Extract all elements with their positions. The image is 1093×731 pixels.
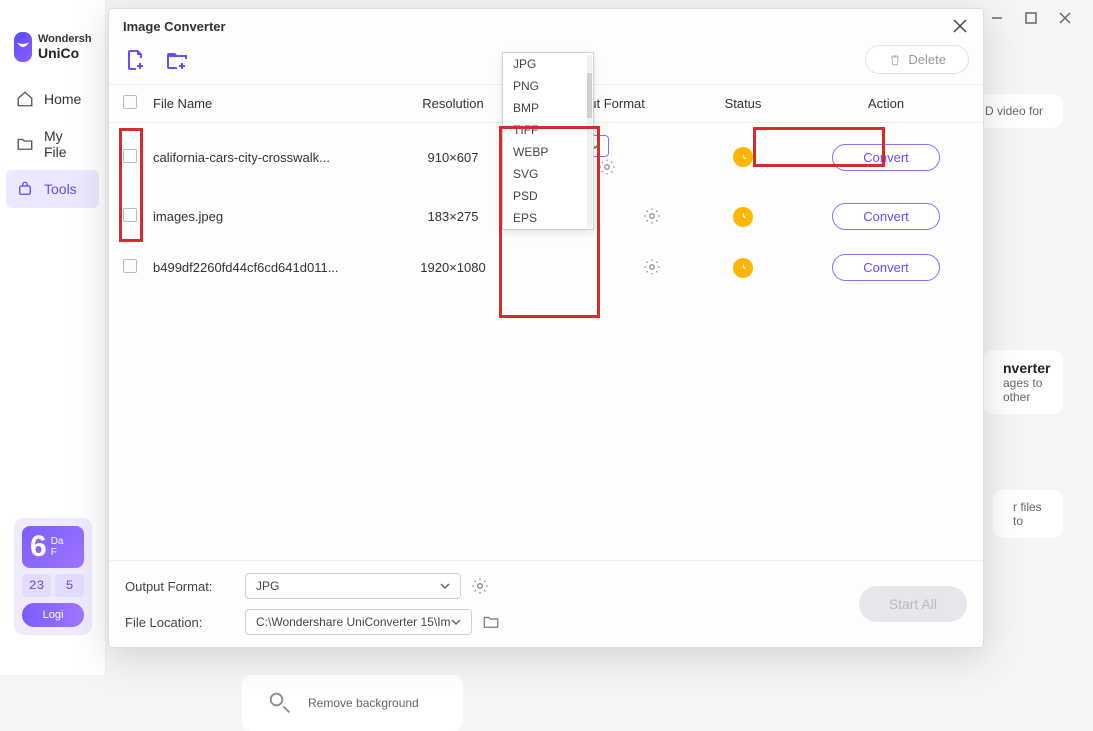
maximize-button[interactable] xyxy=(1023,10,1039,26)
header-filename: File Name xyxy=(153,96,383,111)
status-pending-icon xyxy=(733,207,753,227)
footer-outputformat-select[interactable]: JPG xyxy=(245,573,461,599)
convert-button[interactable]: Convert xyxy=(832,144,940,171)
add-file-button[interactable] xyxy=(123,47,149,73)
sidebar-item-myfiles[interactable]: My File xyxy=(0,118,105,170)
format-settings-icon[interactable] xyxy=(643,206,663,226)
format-settings-icon[interactable] xyxy=(643,257,663,277)
status-pending-icon xyxy=(733,147,753,167)
close-button[interactable] xyxy=(1057,10,1073,26)
login-button[interactable]: Logi xyxy=(22,603,84,627)
footer-settings-icon[interactable] xyxy=(471,577,489,595)
delete-label: Delete xyxy=(908,52,946,67)
bg-bottom-4: Remove background xyxy=(242,675,439,731)
file-resolution: 1920×1080 xyxy=(383,260,523,275)
row-checkbox[interactable] xyxy=(123,259,137,273)
dropdown-option[interactable]: TIFF xyxy=(503,119,593,141)
promo-timer: 23 5 xyxy=(22,574,84,597)
row-checkbox[interactable] xyxy=(123,149,137,163)
dropdown-option[interactable]: WEBP xyxy=(503,141,593,163)
file-name: b499df2260fd44cf6cd641d011... xyxy=(153,260,383,275)
promo-days-label: Da xyxy=(51,536,64,547)
footer-filelocation-label: File Location: xyxy=(125,615,235,630)
main-titlebar xyxy=(969,0,1093,36)
brand-top: Wondersh xyxy=(38,33,92,45)
logo-icon xyxy=(14,32,32,62)
dropdown-option[interactable]: JPG xyxy=(503,53,593,75)
start-all-button[interactable]: Start All xyxy=(859,586,967,622)
sidebar-item-label: Home xyxy=(44,91,81,107)
bg-card-converter: nverter ages to other xyxy=(983,350,1063,414)
dropdown-option[interactable]: EPS xyxy=(503,207,593,229)
promo-timer-1: 23 xyxy=(22,574,51,597)
row-checkbox[interactable] xyxy=(123,208,137,222)
dropdown-option[interactable]: PSD xyxy=(503,185,593,207)
format-dropdown: JPG PNG BMP TIFF WEBP SVG PSD EPS xyxy=(502,52,594,230)
sidebar-item-tools[interactable]: Tools xyxy=(6,170,99,208)
file-table: File Name Resolution Output Format Statu… xyxy=(109,85,983,560)
logo: Wondersh UniCo xyxy=(0,32,105,80)
modal-footer: Output Format: JPG File Location: C:\Won… xyxy=(109,560,983,647)
dropdown-option[interactable]: PNG xyxy=(503,75,593,97)
footer-outputformat-label: Output Format: xyxy=(125,579,235,594)
footer-outputformat-value: JPG xyxy=(256,579,279,593)
sidebar: Wondersh UniCo Home My File Tools 6 DaF … xyxy=(0,0,106,675)
file-name: images.jpeg xyxy=(153,209,383,224)
sidebar-item-label: My File xyxy=(44,128,89,160)
promo-days: 6 DaF xyxy=(22,526,84,568)
status-pending-icon xyxy=(733,258,753,278)
delete-button[interactable]: Delete xyxy=(865,45,969,74)
select-all-checkbox[interactable] xyxy=(123,95,137,109)
file-name: california-cars-city-crosswalk... xyxy=(153,150,383,165)
dropdown-option[interactable]: SVG xyxy=(503,163,593,185)
header-status: Status xyxy=(683,96,803,111)
footer-filelocation-select[interactable]: C:\Wondershare UniConverter 15\Im xyxy=(245,609,472,635)
promo-sub: F xyxy=(51,547,57,558)
dropdown-option[interactable]: BMP xyxy=(503,97,593,119)
promo-days-number: 6 xyxy=(26,530,51,564)
promo-widget: 6 DaF 23 5 Logi xyxy=(14,518,92,635)
table-row: b499df2260fd44cf6cd641d011... 1920×1080 … xyxy=(109,242,983,293)
sidebar-item-label: Tools xyxy=(44,181,77,197)
image-converter-modal: Image Converter Delete File Name Resolut… xyxy=(108,8,984,648)
brand-sub: UniCo xyxy=(38,45,92,61)
footer-filelocation-value: C:\Wondershare UniConverter 15\Im xyxy=(256,615,451,629)
dropdown-scrollbar[interactable] xyxy=(587,55,592,227)
header-action: Action xyxy=(803,96,969,111)
modal-title: Image Converter xyxy=(123,19,226,34)
close-icon[interactable] xyxy=(951,17,969,35)
convert-button[interactable]: Convert xyxy=(832,254,940,281)
promo-timer-2: 5 xyxy=(55,574,84,597)
open-folder-icon[interactable] xyxy=(482,613,500,631)
add-folder-button[interactable] xyxy=(165,47,191,73)
minimize-button[interactable] xyxy=(989,10,1005,26)
sidebar-item-home[interactable]: Home xyxy=(0,80,105,118)
format-settings-icon[interactable] xyxy=(598,157,618,177)
bg-card-files: r files to xyxy=(993,490,1063,538)
convert-button[interactable]: Convert xyxy=(832,203,940,230)
